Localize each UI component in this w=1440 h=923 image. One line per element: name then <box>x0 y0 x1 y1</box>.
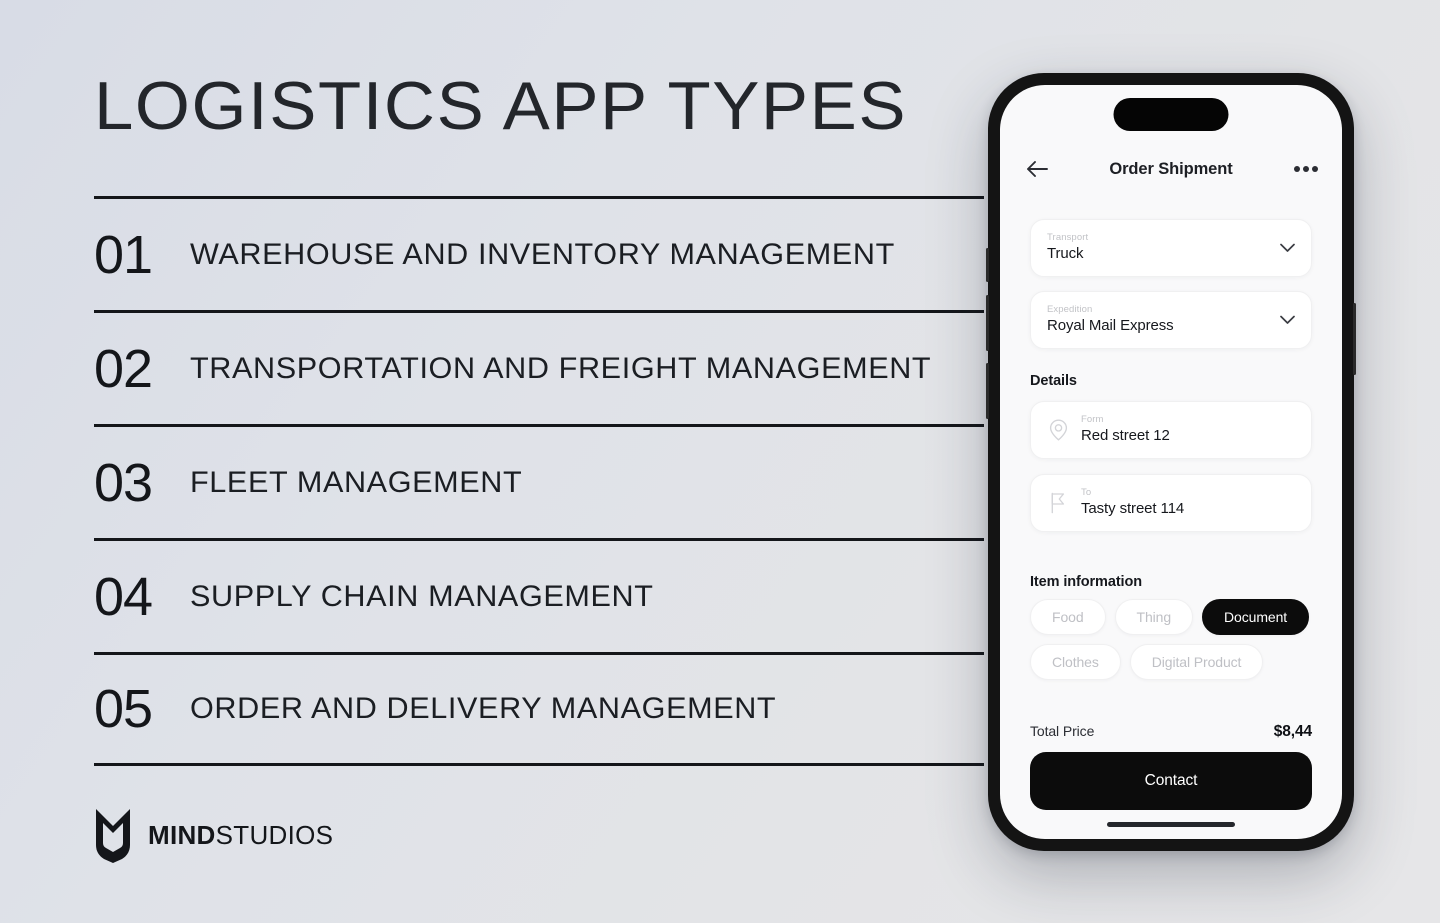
list-item-label: ORDER AND DELIVERY MANAGEMENT <box>190 692 777 725</box>
more-options-button[interactable] <box>1294 166 1318 172</box>
transport-select[interactable]: Transport Truck <box>1030 219 1312 277</box>
chip-document[interactable]: Document <box>1202 599 1310 635</box>
transport-select-value: Truck <box>1047 245 1084 263</box>
contact-button[interactable]: Contact <box>1030 752 1312 810</box>
expedition-select-label: Expedition <box>1047 304 1093 316</box>
list-item-label: TRANSPORTATION AND FREIGHT MANAGEMENT <box>190 351 932 385</box>
to-address-content: To Tasty street 114 <box>1081 487 1184 519</box>
list-item-number: 02 <box>94 338 153 399</box>
total-price-value: $8,44 <box>1273 723 1312 740</box>
list-item-number: 04 <box>94 566 153 627</box>
dynamic-island <box>1113 98 1229 131</box>
phone-volume-down-button <box>986 363 989 419</box>
list-item-number: 03 <box>94 452 153 513</box>
chip-clothes[interactable]: Clothes <box>1030 644 1121 680</box>
to-address-label: To <box>1081 487 1092 499</box>
map-pin-icon <box>1047 419 1069 441</box>
more-dot <box>1312 166 1318 172</box>
list-item-number: 01 <box>94 224 153 285</box>
item-category-chip-group: Food Thing Document Clothes Digital Prod… <box>1030 599 1320 680</box>
phone-power-button <box>1353 303 1356 375</box>
mind-studios-shield-icon <box>96 809 130 863</box>
transport-select-content: Transport Truck <box>1047 232 1088 264</box>
more-dot <box>1294 166 1300 172</box>
app-header: Order Shipment <box>1000 147 1342 191</box>
list-item-label: SUPPLY CHAIN MANAGEMENT <box>190 579 654 613</box>
slide-canvas: LOGISTICS APP TYPES 01 WAREHOUSE AND INV… <box>0 0 1440 923</box>
list-item: 03 FLEET MANAGEMENT <box>94 424 984 538</box>
more-dot <box>1303 166 1309 172</box>
brand-logo: MINDSTUDIOS <box>94 807 333 863</box>
phone-volume-up-button <box>986 295 989 351</box>
from-address-label: Form <box>1081 414 1104 426</box>
phone-mockup: Order Shipment Transport Truck Expeditio… <box>986 73 1356 851</box>
from-address-field[interactable]: Form Red street 12 <box>1030 401 1312 459</box>
logistics-app-types-list: 01 WAREHOUSE AND INVENTORY MANAGEMENT 02… <box>94 196 984 766</box>
logo-word-mind: MIND <box>148 819 216 850</box>
expedition-select[interactable]: Expedition Royal Mail Express <box>1030 291 1312 349</box>
back-button[interactable] <box>1024 156 1050 182</box>
phone-silent-switch <box>986 248 989 282</box>
item-information-heading: Item information <box>1030 574 1142 590</box>
transport-select-label: Transport <box>1047 232 1089 244</box>
list-item-label: FLEET MANAGEMENT <box>190 465 523 499</box>
total-price-row: Total Price $8,44 <box>1030 723 1312 741</box>
list-item-label: WAREHOUSE AND INVENTORY MANAGEMENT <box>190 237 895 271</box>
flag-icon <box>1047 492 1069 514</box>
home-indicator <box>1107 822 1235 827</box>
app-header-title: Order Shipment <box>1109 159 1233 178</box>
list-item-number: 05 <box>94 679 153 739</box>
to-address-value: Tasty street 114 <box>1081 500 1185 518</box>
logo-wordmark: MINDSTUDIOS <box>148 820 333 851</box>
list-item: 01 WAREHOUSE AND INVENTORY MANAGEMENT <box>94 196 984 310</box>
chip-thing[interactable]: Thing <box>1114 599 1194 635</box>
list-item: 04 SUPPLY CHAIN MANAGEMENT <box>94 538 984 652</box>
list-item: 02 TRANSPORTATION AND FREIGHT MANAGEMENT <box>94 310 984 424</box>
list-item: 05 ORDER AND DELIVERY MANAGEMENT <box>94 652 984 766</box>
details-section-heading: Details <box>1030 373 1077 389</box>
logo-word-studios: STUDIOS <box>215 819 334 850</box>
arrow-left-icon <box>1027 161 1048 177</box>
phone-screen: Order Shipment Transport Truck Expeditio… <box>1000 85 1342 839</box>
to-address-field[interactable]: To Tasty street 114 <box>1030 474 1312 532</box>
chip-food[interactable]: Food <box>1030 599 1106 635</box>
from-address-content: Form Red street 12 <box>1081 414 1170 446</box>
from-address-value: Red street 12 <box>1081 427 1170 445</box>
left-content-pane: LOGISTICS APP TYPES 01 WAREHOUSE AND INV… <box>94 0 984 923</box>
chevron-down-icon <box>1280 315 1295 324</box>
expedition-select-content: Expedition Royal Mail Express <box>1047 304 1174 336</box>
total-price-label: Total Price <box>1030 723 1095 739</box>
expedition-select-value: Royal Mail Express <box>1047 317 1174 335</box>
chevron-down-icon <box>1280 243 1295 252</box>
chip-digital-product[interactable]: Digital Product <box>1129 644 1264 680</box>
page-title: LOGISTICS APP TYPES <box>94 68 908 144</box>
